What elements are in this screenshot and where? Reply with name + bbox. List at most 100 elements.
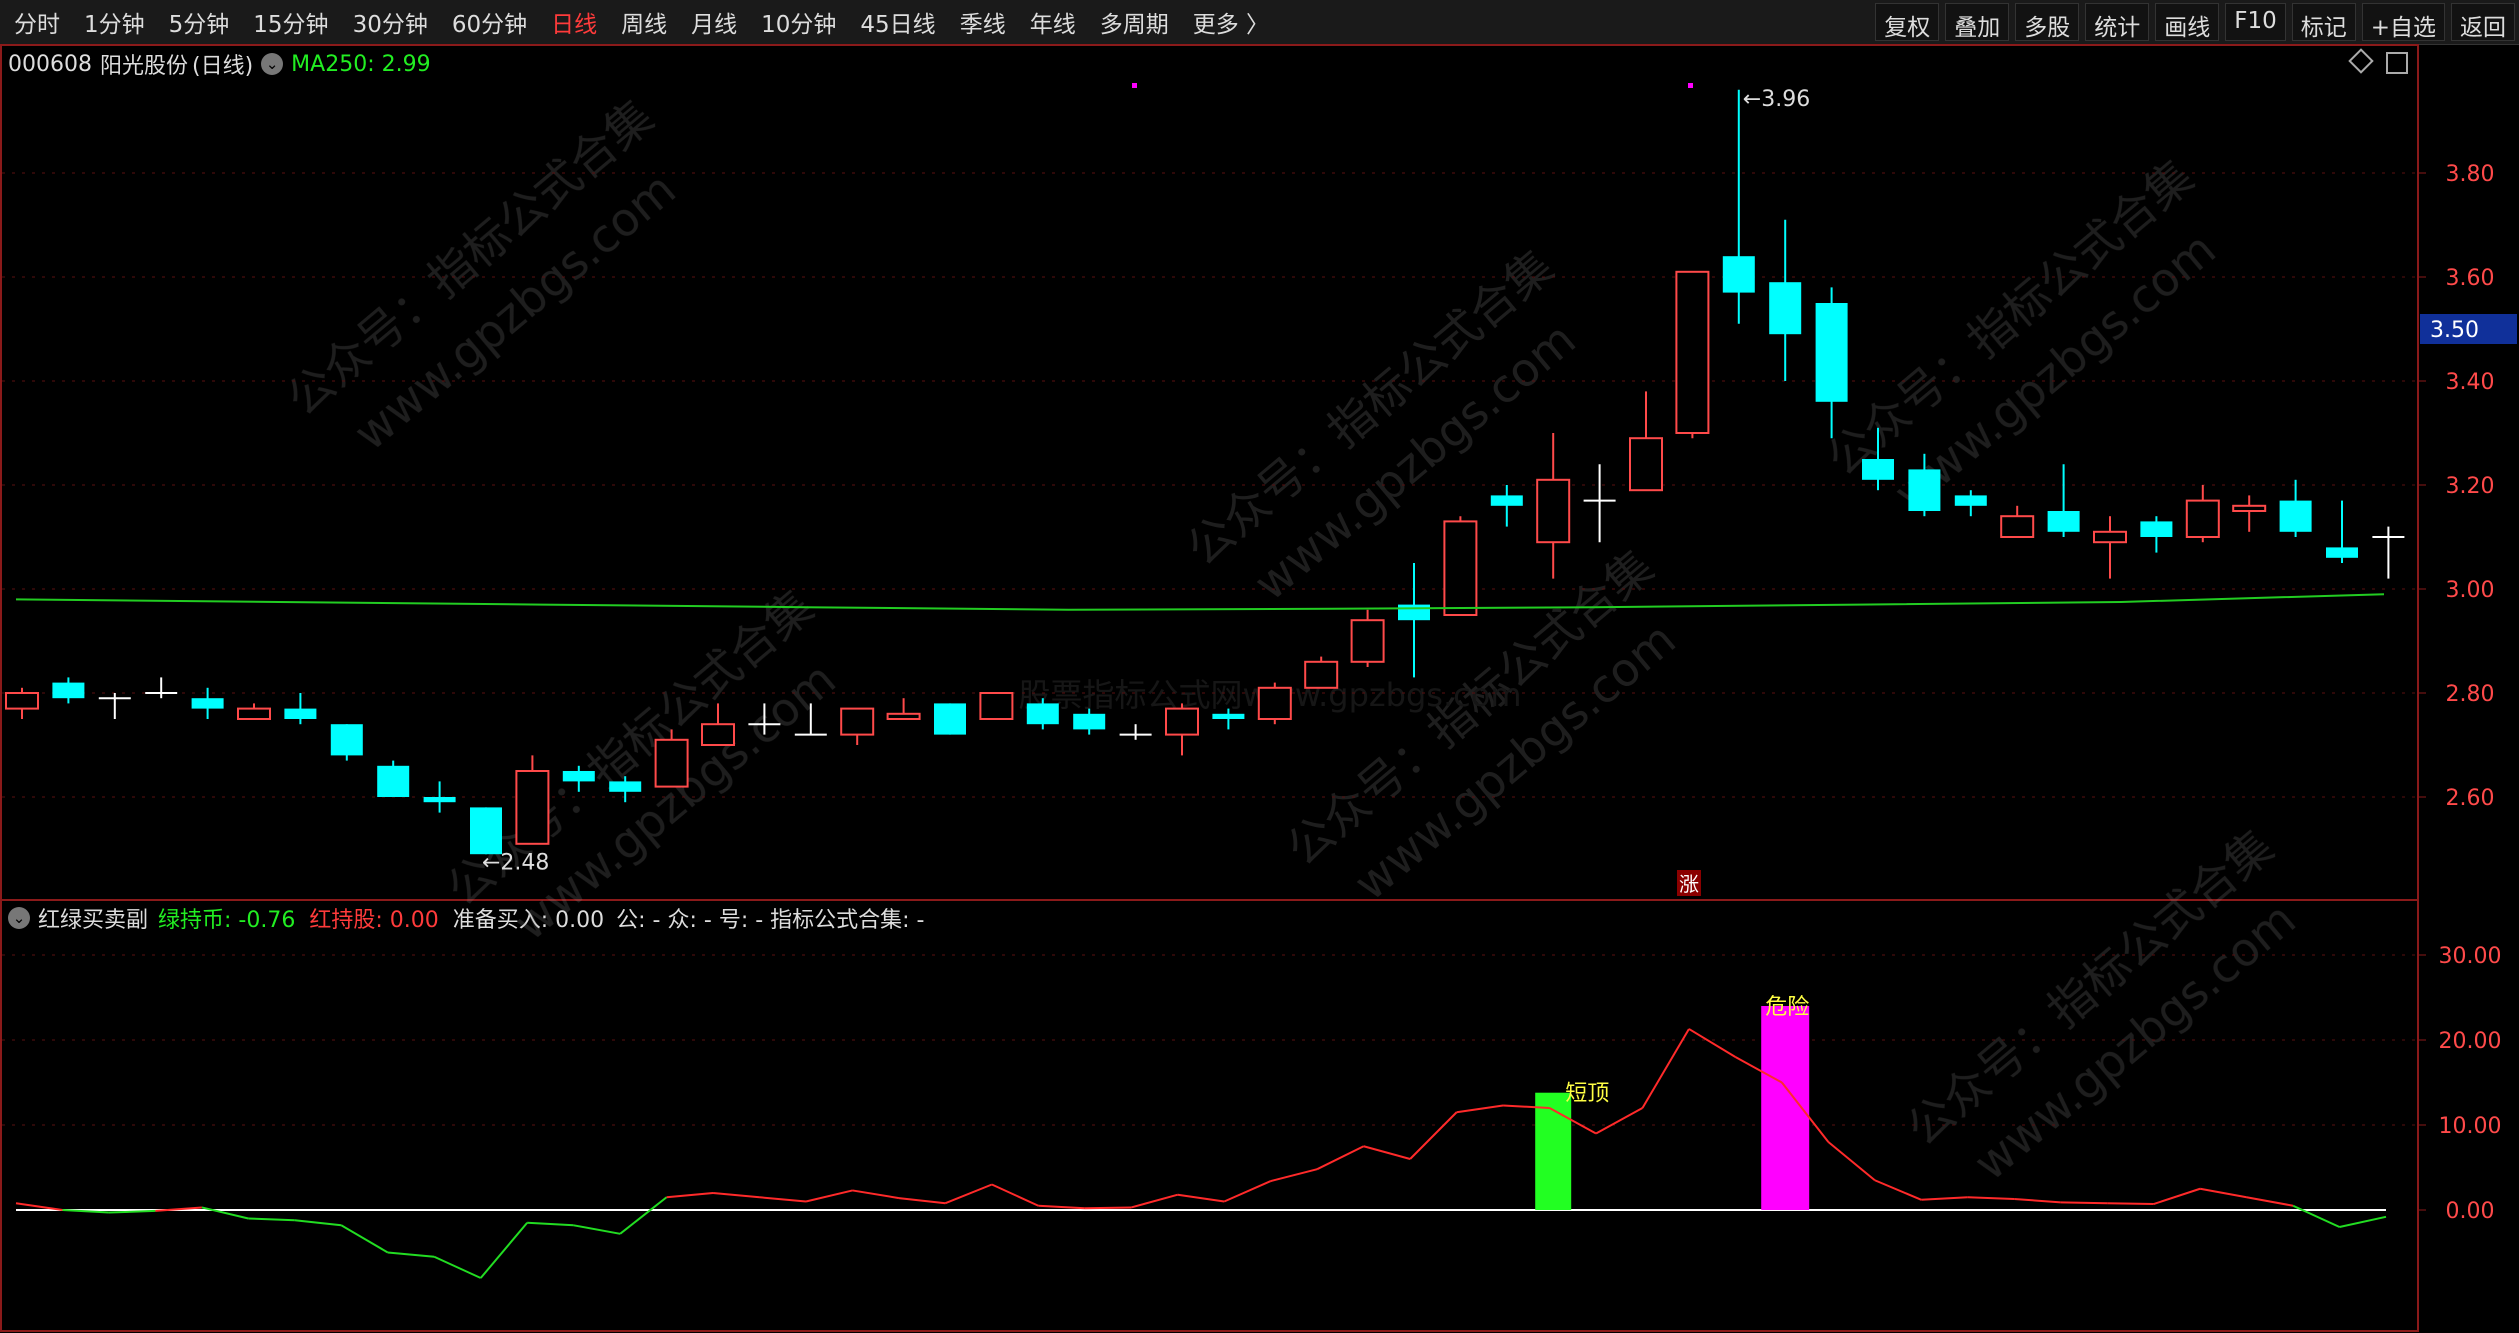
indicator-plot: 30.00 20.00 10.00 0.00 短顶 危险 [2, 944, 2501, 1279]
kline-chart: 公众号：指标公式合集www.gpzbgs.com 公众号：指标公式合集www.gp… [0, 44, 2517, 1332]
candle [886, 698, 921, 720]
diamond-icon[interactable] [2348, 48, 2374, 74]
candle-body [2047, 511, 2080, 532]
action-button-0[interactable]: 复权 [1875, 3, 1940, 41]
action-button-5[interactable]: F10 [2225, 3, 2286, 41]
price-tick-label: 3.00 [2446, 578, 2495, 603]
candle-body [654, 738, 689, 788]
watermark-text-b: www.gpzbgs.com [1344, 612, 1686, 911]
indicator-line-segment [201, 1206, 249, 1220]
period-tab-10[interactable]: 45日线 [860, 5, 935, 39]
magenta-bar-label: 危险 [1765, 995, 1809, 1020]
indicator-line-segment [1456, 1104, 1504, 1114]
candle-body [1862, 459, 1894, 480]
indicator-line-segment [2107, 1202, 2154, 1206]
action-button-6[interactable]: 标记 [2291, 3, 2356, 41]
indicator-line-segment [479, 1222, 528, 1279]
candle-body [840, 707, 875, 736]
signal-dot [1132, 83, 1137, 88]
candle [1212, 708, 1245, 730]
candle-body [1954, 495, 1987, 506]
candle [1954, 490, 1987, 517]
period-tab-9[interactable]: 10分钟 [761, 5, 836, 39]
current-price-box [2420, 314, 2517, 344]
period-tab-11[interactable]: 季线 [960, 5, 1006, 39]
period-tab-5[interactable]: 60分钟 [452, 5, 527, 39]
candle [52, 677, 85, 704]
watermark-text-b: www.gpzbgs.com [1964, 892, 2306, 1191]
action-button-4[interactable]: 画线 [2155, 3, 2220, 41]
candle-body [1398, 604, 1430, 621]
period-tab-13[interactable]: 多周期 [1100, 5, 1169, 39]
panel-toggle-icon[interactable] [2386, 52, 2408, 74]
candle-body [2232, 504, 2267, 512]
stock-code: 000608 [8, 51, 92, 77]
period-tab-0[interactable]: 分时 [14, 5, 60, 39]
period-tab-12[interactable]: 年线 [1030, 5, 1076, 39]
indicator-line-segment [340, 1224, 389, 1254]
candle [1490, 485, 1523, 527]
candle-body [52, 682, 85, 699]
indicator-line-segment [1270, 1168, 1318, 1183]
period-tab-3[interactable]: 15分钟 [253, 5, 328, 39]
action-button-1[interactable]: 叠加 [1945, 3, 2010, 41]
indicator-line-segment [1781, 1081, 1830, 1143]
candle-body [1722, 256, 1755, 293]
candle-body [886, 712, 921, 720]
indicator-line-segment [1223, 1180, 1272, 1203]
candle [423, 781, 456, 813]
candle [654, 729, 689, 788]
collapse-icon[interactable]: ⌄ [261, 53, 284, 75]
watermark-text-a: 公众号：指标公式合集 [436, 579, 823, 916]
candle [1722, 89, 1755, 324]
candle-body [237, 707, 271, 720]
red-hold-label: 红持股: 0.00 [309, 908, 439, 933]
action-button-2[interactable]: 多股 [2015, 3, 2080, 41]
indicator-collapse-icon[interactable]: ⌄ [8, 907, 30, 929]
indicator-line-segment [1363, 1145, 1411, 1160]
candle-body [1073, 713, 1106, 730]
magenta-signal-bar [1761, 1006, 1810, 1210]
period-tab-6[interactable]: 日线 [551, 5, 597, 39]
candle-body [1212, 713, 1245, 719]
ma250-polyline [15, 593, 2385, 611]
indicator-line-segment [248, 1217, 295, 1222]
period-tab-1[interactable]: 1分钟 [84, 5, 145, 39]
indicator-line-segment [15, 1202, 63, 1211]
period-tab-7[interactable]: 周线 [621, 5, 667, 39]
candle [794, 703, 827, 736]
candle [5, 687, 39, 719]
stock-name: 阳光股份 [99, 54, 188, 79]
action-button-3[interactable]: 统计 [2085, 3, 2150, 41]
candle [237, 703, 271, 720]
indicator-line-segment [666, 1192, 714, 1199]
watermark-2: 公众号：指标公式合集www.gpzbgs.com [1816, 149, 2226, 521]
candle-body [1536, 478, 1571, 544]
indicator-line-segment [1409, 1111, 1458, 1160]
ma250-line [15, 593, 2385, 611]
period-tab-8[interactable]: 月线 [691, 5, 737, 39]
action-button-7[interactable]: +自选 [2361, 3, 2445, 41]
candle [1443, 516, 1478, 617]
action-button-8[interactable]: 返回 [2451, 3, 2515, 41]
green-signal-bar [1535, 1092, 1572, 1210]
watermark-text-b: www.gpzbgs.com [1884, 222, 2226, 521]
candle-body [470, 807, 502, 855]
indicator-line-segment [1827, 1141, 1876, 1182]
candle [2232, 495, 2267, 532]
indicator-line-segment [1177, 1193, 1225, 1203]
period-tabs: 分时 1分钟 5分钟 15分钟 30分钟 60分钟 日线 周线 月线 10分钟 45日线 季线 年线 多周… [14, 0, 1293, 44]
period-tab-4[interactable]: 30分钟 [353, 5, 428, 39]
price-tick-label: 2.60 [2446, 786, 2495, 811]
candle-body [562, 771, 595, 782]
candle-body [330, 724, 363, 756]
candle-body [5, 692, 39, 710]
period-tab-2[interactable]: 5分钟 [169, 5, 230, 39]
period-tab-14[interactable]: 更多 〉 [1193, 5, 1269, 39]
candle [934, 703, 966, 735]
indicator-line-segment [1641, 1028, 1690, 1109]
candle [2279, 479, 2312, 537]
candle [2047, 464, 2080, 537]
candle-body [1257, 686, 1292, 720]
indicator-line-segment [2153, 1187, 2201, 1205]
